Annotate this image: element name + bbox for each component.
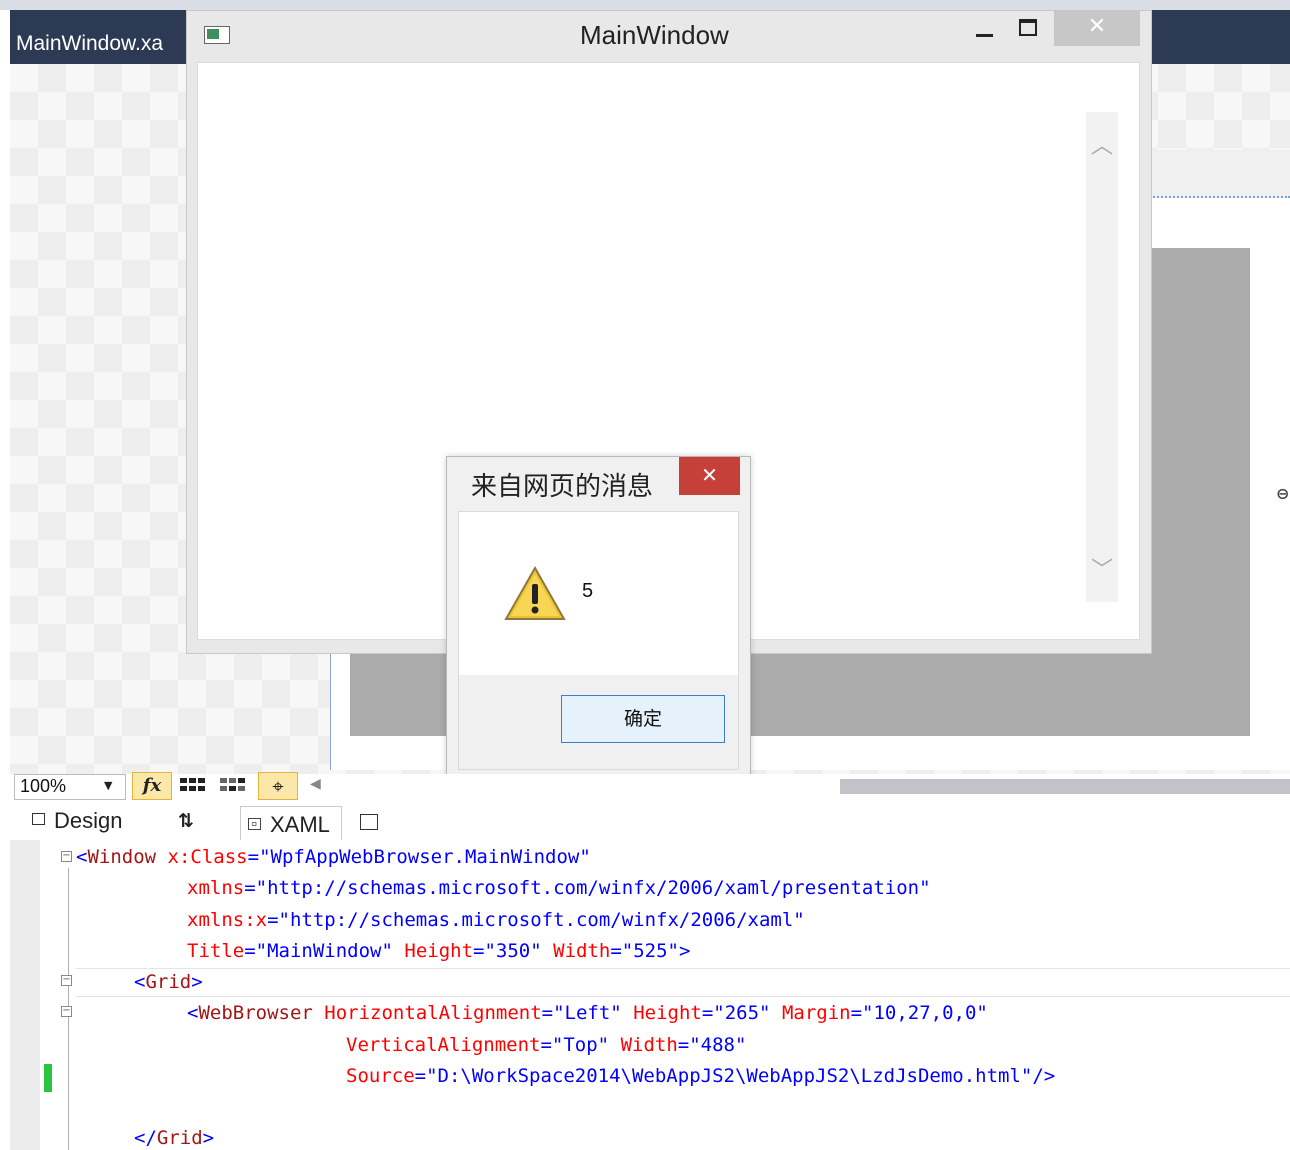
xaml-view-icon: ▫ [248, 818, 261, 830]
tab-design[interactable]: Design [54, 808, 122, 834]
code-token: xmlns [187, 877, 245, 899]
code-token: x:Class [167, 846, 248, 868]
code-token: Margin [781, 1002, 851, 1024]
snap-to-grid-icon[interactable] [218, 776, 250, 796]
code-token: "http://schemas.microsoft.com/winfx/2006… [255, 877, 931, 899]
code-token: Grid [156, 1127, 203, 1149]
code-token: "MainWindow" [255, 940, 393, 962]
code-token: "Top" [551, 1034, 610, 1056]
code-line: </Grid> [134, 1127, 215, 1149]
code-line: xmlns:x="http://schemas.microsoft.com/wi… [187, 909, 805, 931]
code-token: HorizontalAlignment [324, 1002, 542, 1024]
alert-close-button[interactable]: ✕ [679, 457, 740, 495]
tab-xaml-label[interactable]: XAML [270, 812, 330, 838]
code-token: Grid [145, 971, 192, 993]
grid-icon[interactable] [178, 776, 210, 796]
code-line: <Window x:Class="WpfAppWebBrowser.MainWi… [76, 846, 591, 868]
current-line-highlight [76, 968, 1290, 997]
fold-toggle-webbrowser[interactable]: − [61, 1006, 72, 1017]
scroll-left-icon[interactable]: ◀ [310, 776, 321, 792]
code-token: Height [633, 1002, 702, 1024]
chevron-down-icon[interactable]: ▼ [104, 779, 112, 792]
alert-body [458, 511, 739, 675]
code-token: "Left" [553, 1002, 622, 1024]
code-token: Source [346, 1065, 415, 1087]
warning-icon [504, 566, 566, 620]
code-token: "10,27,0,0" [862, 1002, 988, 1024]
fx-button[interactable]: fx [132, 772, 172, 800]
code-line: Title="MainWindow" Height="350" Width="5… [187, 940, 691, 962]
minimize-icon [976, 34, 993, 37]
fold-toggle-grid[interactable]: − [61, 975, 72, 986]
ok-button[interactable]: 确定 [561, 695, 725, 743]
maximize-icon [1019, 19, 1037, 36]
code-token: Height [404, 940, 474, 962]
close-window-button[interactable]: ✕ [1054, 10, 1140, 46]
scroll-up-icon[interactable]: ︿ [1088, 128, 1116, 159]
code-token: "350" [484, 940, 542, 962]
document-tab-label[interactable]: MainWindow.xa [16, 32, 163, 56]
code-line: Source="D:\WorkSpace2014\WebAppJS2\WebAp… [346, 1065, 1056, 1087]
vertical-scrollbar[interactable] [1086, 112, 1118, 602]
code-token: Window [87, 846, 157, 868]
adorner-handle-icon: ⊖ [1276, 484, 1290, 503]
code-token: xmlns:x [187, 909, 268, 931]
scroll-down-icon[interactable]: ﹀ [1088, 552, 1116, 583]
ide-top-strip [0, 0, 1290, 10]
code-token: Width [553, 940, 611, 962]
app-window-icon-fill [207, 29, 219, 39]
snaplines-button[interactable]: ⌖ [258, 772, 298, 800]
code-token: "488" [689, 1034, 747, 1056]
code-token: "265" [713, 1002, 771, 1024]
fold-toggle-window[interactable]: − [61, 851, 72, 862]
code-token: WebBrowser [198, 1002, 313, 1024]
code-token: < [76, 846, 88, 868]
code-token: "http://schemas.microsoft.com/winfx/2006… [278, 909, 805, 931]
main-window-title: MainWindow [580, 20, 729, 50]
swap-panes-icon[interactable]: ⇅ [178, 810, 194, 832]
editor-gutter [10, 840, 40, 1150]
code-token: "WpfAppWebBrowser.MainWindow" [259, 846, 591, 868]
code-token: "525" [621, 940, 679, 962]
design-view-icon [32, 813, 45, 825]
code-token: "D:\WorkSpace2014\WebAppJS2\WebAppJS2\Lz… [426, 1065, 1033, 1087]
change-marker [44, 1064, 52, 1092]
alert-title: 来自网页的消息 [471, 472, 654, 502]
alert-message: 5 [582, 580, 594, 602]
code-token: /> [1032, 1065, 1056, 1087]
code-line: xmlns="http://schemas.microsoft.com/winf… [187, 877, 931, 899]
code-token: Title [187, 940, 245, 962]
code-token: VerticalAlignment [346, 1034, 541, 1056]
horizontal-scrollbar-thumb[interactable] [840, 779, 1290, 794]
collapse-pane-icon[interactable] [360, 814, 378, 830]
code-line: <Grid> [134, 971, 203, 993]
code-token: > [679, 940, 691, 962]
code-line: VerticalAlignment="Top" Width="488" [346, 1034, 747, 1056]
code-token: Width [620, 1034, 678, 1056]
view-tabs-bar [10, 802, 1290, 841]
zoom-value: 100% [20, 776, 67, 796]
code-line: <WebBrowser HorizontalAlignment="Left" H… [187, 1002, 988, 1024]
